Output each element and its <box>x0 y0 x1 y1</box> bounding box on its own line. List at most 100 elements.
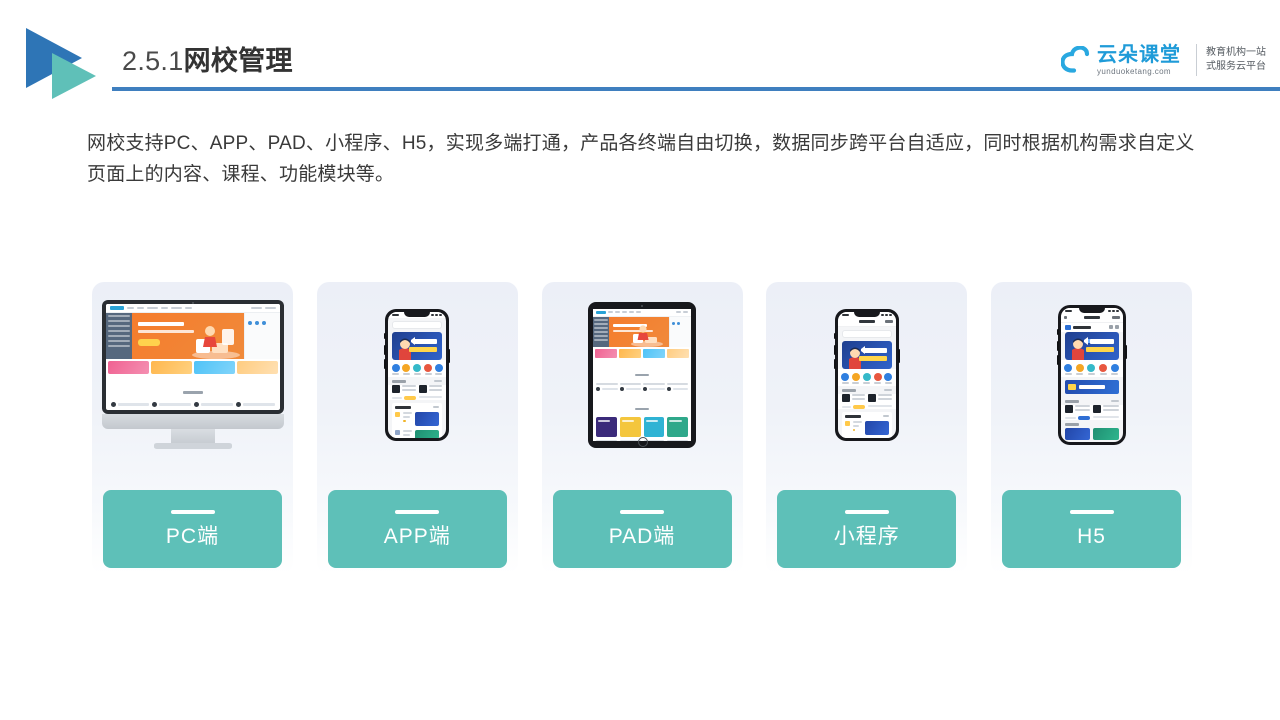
app-hero-banner <box>841 340 892 369</box>
list-item[interactable] <box>395 411 440 426</box>
course-thumb-icon <box>392 384 401 393</box>
course-card <box>194 401 233 407</box>
promo-tile <box>595 348 617 358</box>
quick-link-dot <box>672 321 675 325</box>
section-more-link[interactable] <box>1110 400 1119 402</box>
list-item[interactable] <box>844 420 889 435</box>
quick-link-dot <box>677 321 680 325</box>
list-more-link[interactable] <box>882 415 889 417</box>
site-logo-icon <box>596 310 606 314</box>
quick-entry[interactable] <box>434 363 443 375</box>
card-label-pad[interactable]: PAD端 <box>552 490 732 568</box>
quick-entry[interactable] <box>1110 363 1119 375</box>
device-card-pad[interactable]: PAD端 <box>541 282 743 574</box>
course-meta <box>868 404 892 407</box>
entry-label <box>1064 372 1072 375</box>
card-label-miniprogram[interactable]: 小程序 <box>777 490 957 568</box>
featured-course[interactable] <box>596 382 618 391</box>
device-card-h5[interactable]: H5 <box>991 282 1192 574</box>
quick-entry[interactable] <box>1087 363 1096 375</box>
quick-entry[interactable] <box>424 363 433 375</box>
course-text <box>1103 404 1119 413</box>
live-course-item[interactable] <box>841 393 866 409</box>
sidebar-row <box>107 344 130 347</box>
list-item[interactable] <box>395 429 440 438</box>
quick-entry[interactable] <box>391 363 400 375</box>
section-more-link[interactable] <box>434 380 443 382</box>
list-more-link[interactable] <box>433 406 440 408</box>
quick-entry[interactable] <box>1099 363 1108 375</box>
wifi-icon <box>435 313 439 316</box>
course-card <box>235 401 275 407</box>
entry-label <box>424 372 432 375</box>
live-course-item[interactable] <box>1064 404 1090 420</box>
quick-entry[interactable] <box>1075 363 1084 375</box>
section-heading <box>593 360 691 383</box>
volume-up-button <box>1056 340 1059 351</box>
quick-entry[interactable] <box>413 363 422 375</box>
course-tile[interactable] <box>643 416 665 437</box>
quick-entry[interactable] <box>884 372 893 384</box>
imac-bezel <box>101 299 284 414</box>
mute-switch-icon <box>1056 328 1059 335</box>
course-card <box>152 401 191 407</box>
promo-banner[interactable] <box>1064 379 1119 394</box>
live-course-item[interactable] <box>392 384 416 400</box>
entry-label <box>852 381 860 384</box>
quick-link-dot <box>261 320 266 325</box>
site-hero <box>593 316 691 347</box>
section-more-link[interactable] <box>883 389 892 391</box>
search-input[interactable] <box>392 320 443 329</box>
quick-entry[interactable] <box>862 372 871 384</box>
quick-entry[interactable] <box>1064 363 1073 375</box>
nav-item <box>184 306 192 309</box>
banner-title-line <box>413 338 438 344</box>
featured-course-row <box>593 382 691 394</box>
quick-entry[interactable] <box>402 363 411 375</box>
capsule-menu-icon[interactable] <box>884 320 893 323</box>
hero-side-panel <box>669 316 691 347</box>
quick-entry[interactable] <box>873 372 882 384</box>
course-head <box>418 384 443 393</box>
item-body <box>852 420 862 433</box>
quick-entry[interactable] <box>841 372 850 384</box>
quick-entry[interactable] <box>851 372 860 384</box>
card-label-pc[interactable]: PC端 <box>103 490 282 568</box>
course-tile[interactable] <box>619 416 641 437</box>
featured-course[interactable] <box>643 382 665 391</box>
signal-icon <box>1107 309 1111 312</box>
front-camera-icon <box>641 304 643 307</box>
nav-item <box>615 311 620 313</box>
quick-entry-icons <box>388 359 447 377</box>
card-label-h5[interactable]: H5 <box>1002 490 1181 568</box>
site-brand-bar <box>1060 322 1123 332</box>
course-meta-row <box>235 401 275 407</box>
live-course-item[interactable] <box>1093 404 1119 420</box>
course-head <box>841 393 866 402</box>
page-header: 2.5.1网校管理 云朵课堂 yunduoketang.com 教育机构一站 式… <box>0 0 1280 100</box>
card-label-app[interactable]: APP端 <box>327 490 507 568</box>
featured-course[interactable] <box>666 382 688 391</box>
section-title <box>841 388 856 392</box>
more-menu-icon[interactable] <box>1111 316 1120 319</box>
course-thumbnail[interactable] <box>1093 427 1119 440</box>
entry-label <box>863 381 871 384</box>
promo-tile <box>619 348 641 358</box>
volume-up-button <box>833 344 836 355</box>
item-tag-icon <box>844 420 850 426</box>
live-course-item[interactable] <box>868 393 892 409</box>
device-card-pc[interactable]: PC端 <box>92 282 293 574</box>
device-card-miniprogram[interactable]: 小程序 <box>766 282 968 574</box>
course-tile[interactable] <box>667 416 688 437</box>
live-course-item[interactable] <box>418 384 443 400</box>
course-head <box>392 384 416 393</box>
course-tile[interactable] <box>596 416 617 437</box>
device-card-app[interactable]: APP端 <box>316 282 518 574</box>
course-thumbnail[interactable] <box>1064 427 1090 440</box>
menu-icon[interactable] <box>1108 325 1113 329</box>
back-arrow-icon[interactable] <box>1063 316 1067 319</box>
item-body <box>403 429 413 438</box>
search-input[interactable] <box>841 329 892 338</box>
user-icon[interactable] <box>1114 325 1119 329</box>
featured-course[interactable] <box>619 382 641 391</box>
